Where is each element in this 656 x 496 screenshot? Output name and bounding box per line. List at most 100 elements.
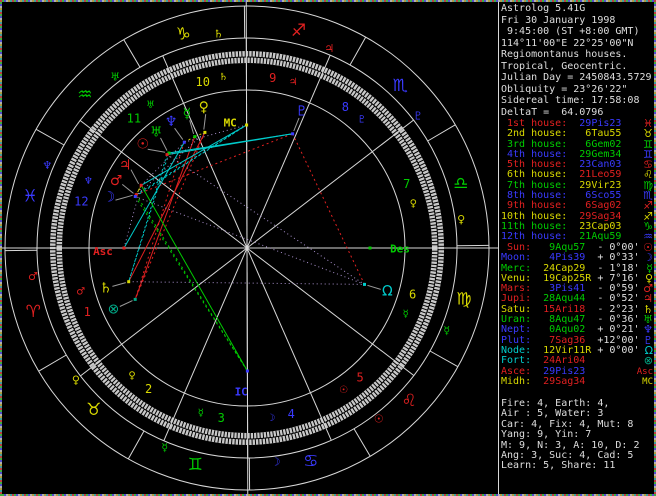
planet-glyph-node: Ω — [382, 284, 393, 300]
svg-text:♀: ♀ — [457, 213, 465, 226]
window-border-top — [0, 0, 656, 2]
svg-text:☉: ☉ — [374, 413, 384, 426]
svg-text:♓: ♓ — [22, 186, 37, 206]
chart-date: Fri 30 January 1998 — [501, 14, 616, 26]
angle-label-ic: IC — [235, 385, 248, 398]
planet-glyph-mercury: ☿ — [183, 106, 192, 122]
svg-text:☽: ☽ — [266, 413, 275, 424]
window-border-left — [0, 0, 2, 496]
chart-info-block: Astrolog 5.41G Fri 30 January 1998 9:45:… — [501, 3, 654, 118]
svg-text:♎: ♎ — [453, 174, 468, 194]
planet-glyph-jupiter: ♃ — [119, 158, 132, 174]
planet-glyph-neptune: ♆ — [165, 114, 178, 130]
row-latitude: + 0°00' — [591, 344, 640, 356]
row-position: 21Aqu59 — [567, 231, 622, 243]
summary-stats-block: Fire: 4, Earth: 4, Air : 5, Water: 3 Car… — [501, 398, 654, 472]
planet-dot-jupiter — [139, 183, 143, 187]
svg-text:♈: ♈ — [26, 302, 41, 322]
svg-text:♇: ♇ — [413, 110, 423, 123]
svg-text:♄: ♄ — [213, 27, 223, 40]
obliquity: Obliquity = 23°26'22" — [501, 83, 628, 95]
svg-text:♅: ♅ — [110, 70, 120, 83]
planet-dot-pluto — [291, 132, 295, 136]
svg-text:6: 6 — [409, 288, 416, 302]
planet-dot-neptune — [182, 140, 186, 144]
svg-text:3: 3 — [218, 411, 225, 425]
svg-text:♇: ♇ — [357, 115, 366, 126]
angle-label-des: Des — [390, 243, 410, 256]
svg-text:♍: ♍ — [456, 290, 471, 310]
svg-text:1: 1 — [84, 305, 91, 319]
planet-glyph-mars: ♂ — [110, 173, 123, 189]
planet-dot-venus — [203, 130, 207, 134]
svg-text:♅: ♅ — [146, 100, 155, 111]
svg-text:♀: ♀ — [410, 199, 417, 210]
svg-text:♆: ♆ — [42, 159, 52, 172]
planet-glyph-pluto: ♇ — [295, 104, 308, 120]
svg-text:♑: ♑ — [176, 24, 191, 44]
row-label: 12th house: — [501, 231, 568, 243]
svg-text:☿: ☿ — [198, 408, 204, 419]
svg-text:♃: ♃ — [289, 77, 298, 88]
chart-time: 9:45:00 (ST +8:00 GMT) — [501, 26, 640, 38]
svg-text:♐: ♐ — [291, 21, 306, 41]
planet-dot-mercury — [193, 135, 197, 139]
planet-dot-moon — [133, 195, 137, 198]
svg-text:12: 12 — [74, 195, 88, 209]
delta-t: DeltaT = 64.0796 — [501, 106, 604, 118]
planet-dot-sun — [165, 153, 169, 157]
svg-text:♄: ♄ — [219, 72, 228, 83]
svg-text:♆: ♆ — [84, 176, 93, 187]
svg-text:♂: ♂ — [28, 270, 38, 283]
svg-text:8: 8 — [342, 100, 349, 114]
svg-text:☿: ☿ — [161, 441, 168, 454]
svg-text:7: 7 — [403, 177, 410, 191]
svg-text:☉: ☉ — [339, 385, 348, 396]
natal-chart-wheel: ♈♂♉♀♊☿♋☽♌☉♍☿♎♀♏♇♐♃♑ ♄♒♅♓♆1♂2♀3☿ 4☽5☉6☿7♀8♇… — [0, 0, 498, 496]
svg-text:4: 4 — [288, 407, 295, 421]
zodiac-mode: Tropical, Geocentric. — [501, 60, 628, 72]
chart-location: 114°11'00"E 22°25'00"N — [501, 37, 634, 49]
svg-text:♏: ♏ — [393, 76, 408, 96]
svg-text:♒: ♒ — [77, 85, 92, 105]
planet-glyph-fortune: ⊗ — [108, 301, 120, 317]
planets-list: Sun: 9Aqu57 - 0°00' ☉ Moon: 4Pis39 + 0°33'… — [501, 242, 654, 387]
sidereal-time: Sidereal time: 17:58:08 — [501, 95, 640, 107]
houses-list: 1st house: 29Pis23 ♓ 2nd house: 6Tau55 ♉ 3… — [501, 118, 654, 243]
planet-glyph-saturn: ♄ — [99, 280, 112, 296]
app-title: Astrolog 5.41G — [501, 3, 586, 14]
svg-text:♉: ♉ — [86, 400, 101, 420]
row-label: Midh: — [501, 375, 532, 387]
astrolog-window: { "app_title": "Astrolog 5.41G", "header… — [0, 0, 656, 496]
angle-label-mc: MC — [224, 117, 237, 130]
svg-text:2: 2 — [145, 382, 152, 396]
svg-text:♀: ♀ — [128, 371, 135, 382]
planet-glyph-uranus: ♅ — [150, 124, 163, 140]
planet-glyph-sun: ☉ — [137, 136, 150, 152]
planet-dot-fortune — [133, 297, 137, 301]
svg-text:5: 5 — [356, 371, 363, 385]
row-glyph: Asc — [636, 366, 653, 377]
svg-text:♊: ♊ — [188, 455, 203, 475]
svg-text:☽: ☽ — [271, 456, 281, 469]
julian-day: Julian Day = 2450843.5729 — [501, 72, 652, 84]
svg-text:♀: ♀ — [72, 373, 80, 386]
svg-text:♃: ♃ — [324, 42, 334, 55]
svg-text:☿: ☿ — [403, 309, 409, 320]
svg-text:♌: ♌ — [401, 391, 416, 411]
house-system: Regiomontanus houses. — [501, 49, 628, 61]
planet-glyph-venus: ♀ — [199, 100, 209, 116]
row-glyph: MC — [642, 376, 653, 387]
panel-divider — [498, 0, 499, 496]
svg-text:11: 11 — [127, 112, 141, 126]
svg-text:♂: ♂ — [76, 286, 85, 297]
planet-dot-saturn — [127, 280, 131, 284]
row-position: 29Sag34 — [531, 375, 592, 387]
planet-row: Midh: 29Sag34 MC — [501, 375, 654, 387]
row-glyph: ⊗ — [643, 354, 653, 368]
svg-text:☿: ☿ — [443, 324, 450, 337]
svg-text:9: 9 — [269, 71, 276, 85]
svg-text:♋: ♋ — [303, 452, 318, 472]
svg-text:10: 10 — [195, 75, 209, 89]
planet-dot-node — [363, 282, 366, 286]
